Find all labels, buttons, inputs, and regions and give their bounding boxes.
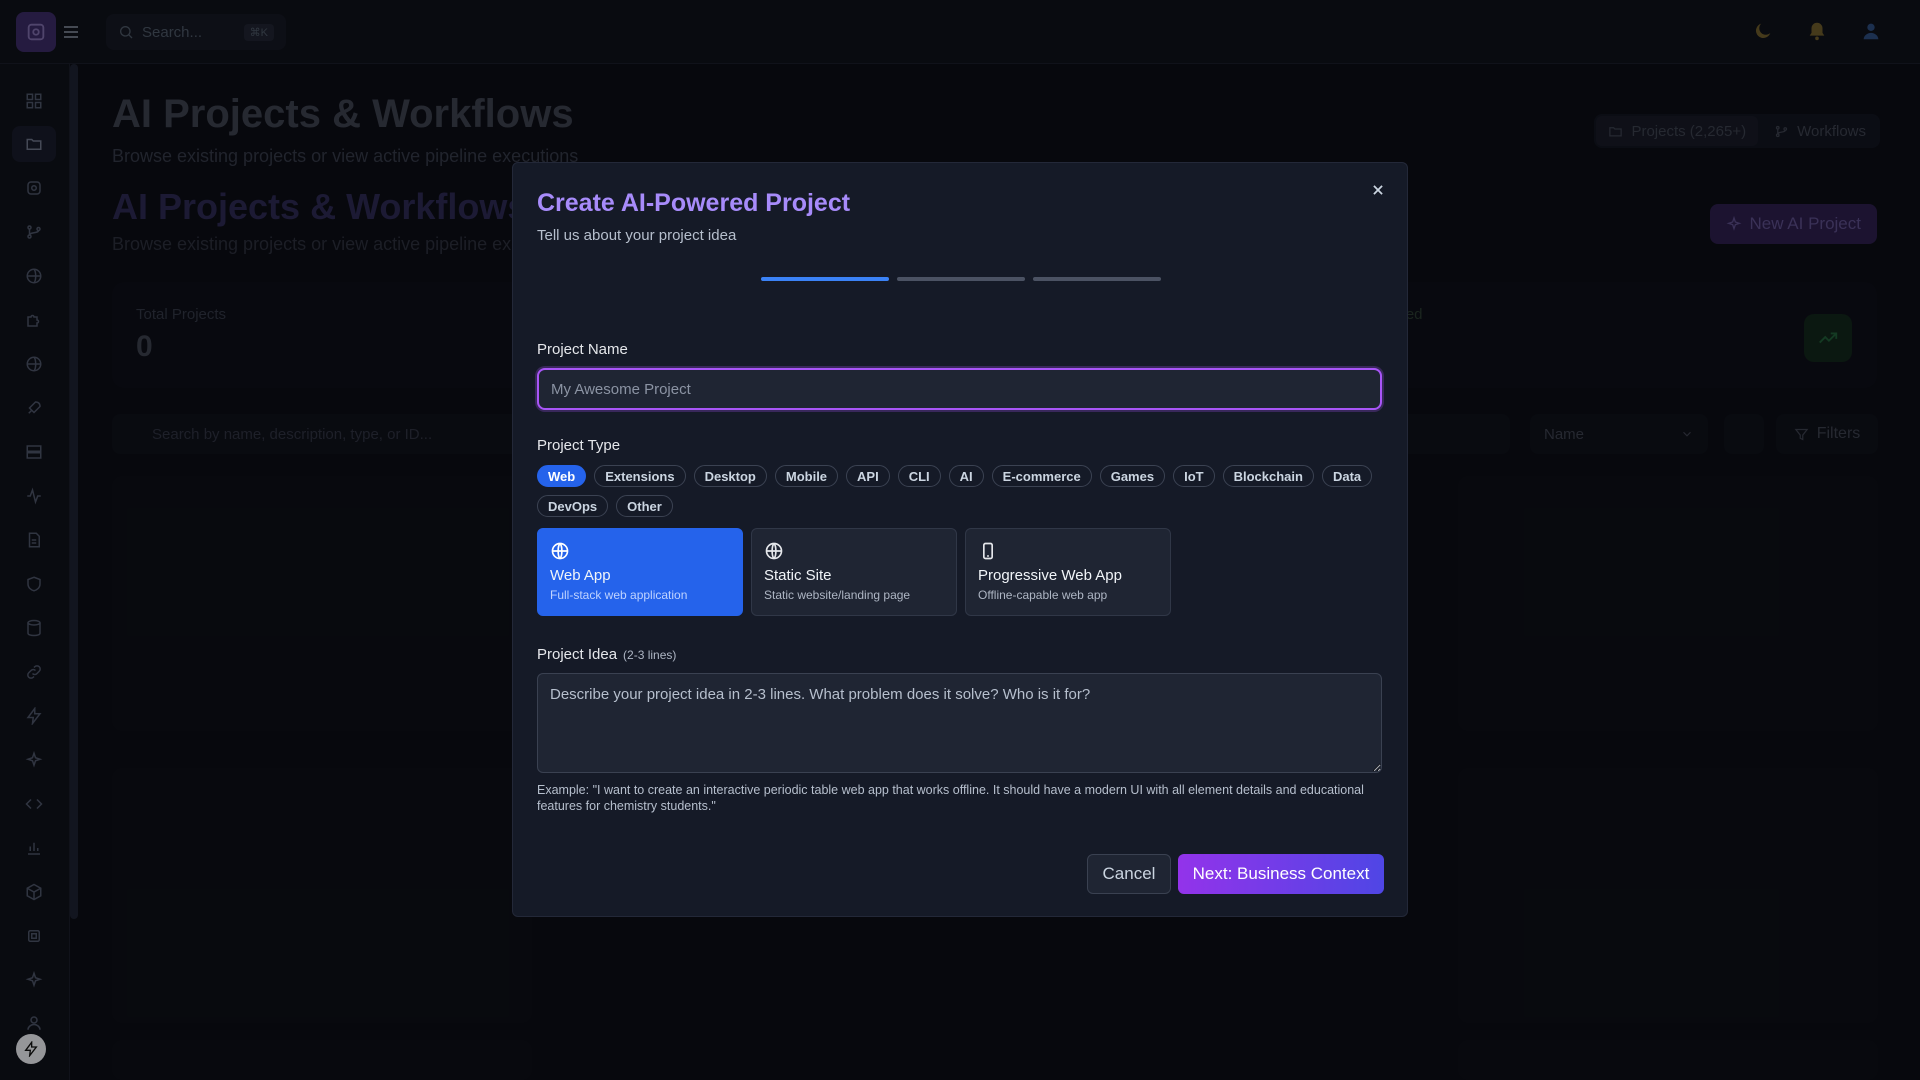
globe-icon	[764, 541, 784, 561]
project-type-label: Project Type	[537, 437, 621, 454]
subtype-title: Web App	[550, 567, 611, 584]
type-chip-mobile[interactable]: Mobile	[774, 465, 839, 487]
subtype-cards: Web App Full-stack web application Stati…	[537, 528, 1171, 616]
type-chip-web[interactable]: Web	[537, 465, 587, 487]
step-indicator-2	[897, 277, 1025, 281]
project-idea-example: Example: "I want to create an interactiv…	[537, 783, 1364, 813]
project-idea-textarea[interactable]	[537, 673, 1382, 773]
globe-icon	[550, 541, 570, 561]
step-progress	[761, 277, 1161, 281]
subtype-title: Static Site	[764, 567, 832, 584]
project-idea-hint: (2-3 lines)	[623, 648, 677, 662]
project-name-label: Project Name	[537, 341, 628, 358]
next-business-context-button[interactable]: Next: Business Context	[1178, 854, 1384, 894]
type-chip-other[interactable]: Other	[616, 495, 673, 517]
type-chip-data[interactable]: Data	[1321, 465, 1373, 487]
type-chip-extensions[interactable]: Extensions	[594, 465, 686, 487]
subtype-desc: Full-stack web application	[550, 588, 688, 602]
type-chip-ai[interactable]: AI	[948, 465, 984, 487]
cancel-button[interactable]: Cancel	[1087, 854, 1171, 894]
type-chip-api[interactable]: API	[846, 465, 890, 487]
project-idea-label-row: Project Idea (2-3 lines)	[537, 646, 676, 663]
create-project-dialog: Create AI-Powered Project Tell us about …	[512, 162, 1408, 917]
type-chip-desktop[interactable]: Desktop	[693, 465, 767, 487]
type-chip-blockchain[interactable]: Blockchain	[1222, 465, 1314, 487]
project-idea-label: Project Idea	[537, 646, 618, 663]
dialog-subtitle: Tell us about your project idea	[537, 227, 737, 244]
close-icon[interactable]	[1367, 179, 1389, 201]
subtype-title: Progressive Web App	[978, 567, 1122, 584]
type-chip-games[interactable]: Games	[1099, 465, 1166, 487]
dialog-title: Create AI-Powered Project	[537, 189, 851, 217]
subtype-card-pwa[interactable]: Progressive Web App Offline-capable web …	[965, 528, 1171, 616]
type-chip-devops[interactable]: DevOps	[537, 495, 609, 517]
project-name-input[interactable]	[537, 368, 1382, 410]
subtype-desc: Static website/landing page	[764, 588, 911, 602]
subtype-card-web-app[interactable]: Web App Full-stack web application	[537, 528, 743, 616]
project-type-chips: Web Extensions Desktop Mobile API CLI AI…	[537, 465, 1387, 517]
type-chip-iot[interactable]: IoT	[1173, 465, 1215, 487]
type-chip-ecommerce[interactable]: E-commerce	[991, 465, 1092, 487]
subtype-card-static-site[interactable]: Static Site Static website/landing page	[751, 528, 957, 616]
subtype-desc: Offline-capable web app	[978, 588, 1108, 602]
type-chip-cli[interactable]: CLI	[897, 465, 941, 487]
smartphone-icon	[978, 541, 998, 561]
step-indicator-3	[1033, 277, 1161, 281]
step-indicator-1	[761, 277, 889, 281]
